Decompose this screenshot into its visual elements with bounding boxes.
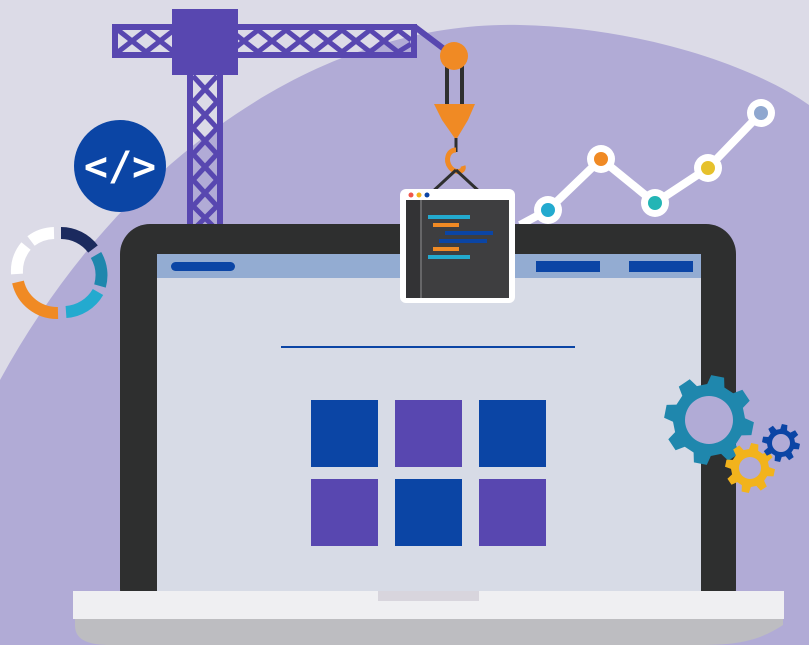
content-tile[interactable] — [311, 479, 378, 546]
web-development-illustration: </> — [0, 9, 809, 645]
code-badge-text: </> — [84, 144, 156, 190]
laptop-base — [73, 591, 784, 645]
code-brackets-icon: </> — [74, 120, 166, 212]
content-tile[interactable] — [479, 400, 546, 467]
chart-point — [747, 99, 775, 127]
content-tile[interactable] — [395, 400, 462, 467]
nav-link-1[interactable] — [536, 261, 600, 272]
content-tile[interactable] — [311, 400, 378, 467]
content-tile[interactable] — [395, 479, 462, 546]
window-minimize-dot — [416, 192, 422, 198]
code-window — [400, 189, 515, 303]
chart-point — [694, 154, 722, 182]
window-close-dot — [408, 192, 414, 198]
window-maximize-dot — [424, 192, 430, 198]
illustration-stage: </> — [0, 0, 809, 645]
chart-point — [587, 145, 615, 173]
browser-logo-pill[interactable] — [171, 262, 235, 271]
chart-point — [641, 189, 669, 217]
content-tile[interactable] — [479, 479, 546, 546]
trackpad-notch — [378, 591, 479, 601]
chart-point — [534, 196, 562, 224]
nav-link-2[interactable] — [629, 261, 693, 272]
